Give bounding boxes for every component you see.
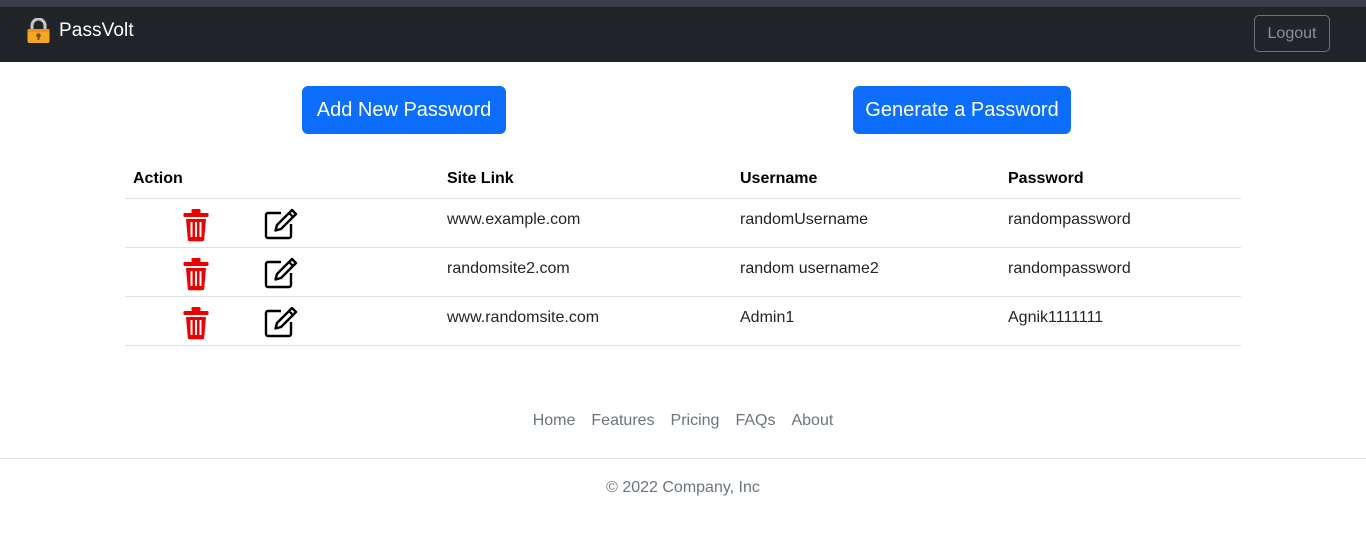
header-site-link: Site Link xyxy=(447,170,514,187)
site-link[interactable]: randomsite2.com xyxy=(447,260,570,278)
footer-link-pricing[interactable]: Pricing xyxy=(671,412,720,430)
footer-nav: Home Features Pricing FAQs About xyxy=(0,412,1366,430)
generate-password-button[interactable]: Generate a Password xyxy=(853,86,1071,134)
table-row: www.randomsite.com Admin1 Agnik1111111 xyxy=(125,297,1241,346)
footer-link-features[interactable]: Features xyxy=(591,412,654,430)
footer-divider xyxy=(0,458,1366,459)
password-cell: randompassword xyxy=(1008,260,1131,277)
edit-icon[interactable] xyxy=(264,208,298,245)
username-cell: Admin1 xyxy=(740,309,795,326)
window-top-strip xyxy=(0,0,1366,7)
trash-icon[interactable] xyxy=(182,306,210,345)
edit-icon[interactable] xyxy=(264,306,298,343)
edit-icon[interactable] xyxy=(264,257,298,294)
trash-icon[interactable] xyxy=(182,257,210,296)
brand[interactable]: PassVolt xyxy=(26,15,134,47)
passwords-table: Action Site Link Username Password www.e… xyxy=(125,160,1241,346)
site-link[interactable]: www.example.com xyxy=(447,211,580,229)
password-cell: Agnik1111111 xyxy=(1008,309,1104,326)
table-header: Action Site Link Username Password xyxy=(125,160,1241,199)
password-cell: randompassword xyxy=(1008,211,1131,228)
logout-button[interactable]: Logout xyxy=(1254,15,1330,52)
footer-link-about[interactable]: About xyxy=(791,412,833,430)
username-cell: random username2 xyxy=(740,260,879,277)
header-action: Action xyxy=(133,170,183,187)
table-row: www.example.com randomUsername randompas… xyxy=(125,199,1241,248)
header-password: Password xyxy=(1008,170,1084,187)
footer-link-home[interactable]: Home xyxy=(533,412,576,430)
username-cell: randomUsername xyxy=(740,211,869,228)
header-username: Username xyxy=(740,170,818,187)
lock-icon xyxy=(26,18,51,44)
table-row: randomsite2.com random username2 randomp… xyxy=(125,248,1241,297)
add-new-password-button[interactable]: Add New Password xyxy=(302,86,506,134)
footer-link-faqs[interactable]: FAQs xyxy=(735,412,775,430)
navbar: PassVolt Logout xyxy=(0,7,1366,62)
brand-name: PassVolt xyxy=(59,20,134,41)
trash-icon[interactable] xyxy=(182,208,210,247)
site-link[interactable]: www.randomsite.com xyxy=(447,309,599,327)
copyright: © 2022 Company, Inc xyxy=(606,479,760,496)
